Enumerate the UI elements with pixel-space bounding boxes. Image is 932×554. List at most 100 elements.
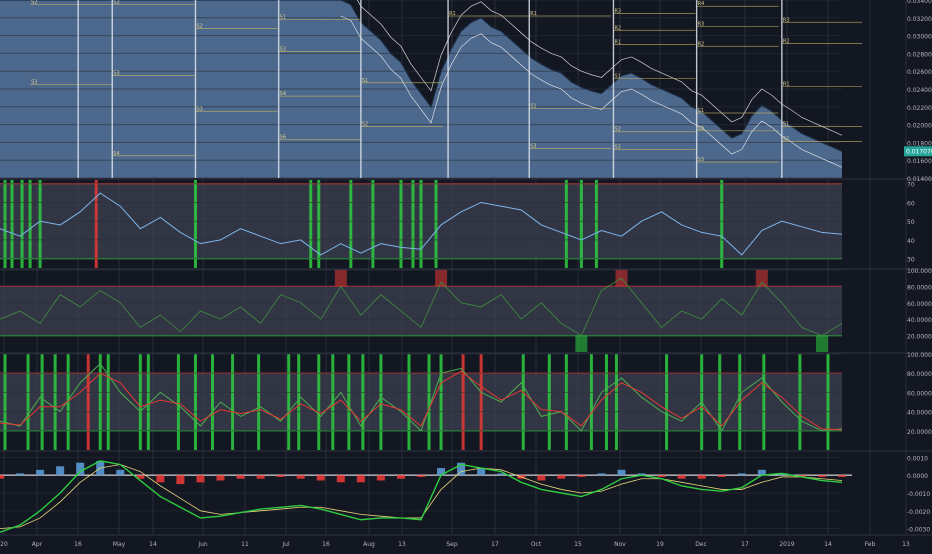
signal-bar-green xyxy=(349,180,353,268)
y-tick-label: 0.0000 xyxy=(907,473,928,480)
oscillator-band-fill xyxy=(0,286,842,336)
signal-bar-green xyxy=(257,354,261,450)
macd-histogram-bar xyxy=(196,475,205,483)
macd-histogram-bar xyxy=(417,475,425,477)
macd-histogram-bar xyxy=(36,469,45,476)
signal-bar-green xyxy=(98,354,102,450)
signal-bar-green xyxy=(521,354,525,450)
signal-bar-green xyxy=(718,354,722,450)
y-tick-label: 0.030000 xyxy=(907,34,932,41)
macd-histogram-bar xyxy=(156,475,165,483)
signal-bar-green xyxy=(28,180,32,268)
signal-bar-green xyxy=(665,354,669,450)
signal-bar-green xyxy=(40,354,44,450)
macd-histogram-bar xyxy=(657,475,666,477)
signal-bar-green xyxy=(176,354,180,450)
pivot-label: S3 xyxy=(196,106,202,112)
x-tick-label: 13 xyxy=(902,541,910,548)
x-tick-label: 11 xyxy=(241,541,249,548)
signal-bar-green xyxy=(138,354,142,450)
signal-bar-green xyxy=(407,354,411,450)
macd-histogram-bar xyxy=(256,475,265,479)
macd-histogram-bar xyxy=(817,475,826,477)
x-tick-label: Jul xyxy=(281,541,290,548)
signal-bar-green xyxy=(193,180,197,268)
signal-bar-green xyxy=(427,354,431,450)
pivot-label: R1 xyxy=(614,40,621,46)
x-tick-label: Jun xyxy=(197,541,208,548)
pivot-label: S2 xyxy=(362,121,368,127)
signal-bar-green xyxy=(317,354,321,450)
pivot-label: S3 xyxy=(280,47,286,53)
signal-bar-green xyxy=(564,354,568,450)
y-tick-label: -0.0030 xyxy=(907,527,930,534)
signal-bar-green xyxy=(193,354,197,450)
oscillator-oversold-zone xyxy=(575,335,588,352)
x-tick-label: Dec xyxy=(695,541,707,548)
macd-histogram-bar xyxy=(396,475,405,479)
pivot-label: S3 xyxy=(698,157,704,163)
x-tick-label: 16 xyxy=(74,541,82,548)
macd-histogram-bar xyxy=(617,469,626,476)
pivot-label: S2 xyxy=(783,137,789,143)
signal-bar-green xyxy=(826,354,830,450)
pivot-label: S6 xyxy=(280,135,286,141)
macd-histogram-bar xyxy=(296,475,305,479)
signal-bar-green xyxy=(798,354,802,450)
signal-bar-green xyxy=(371,180,375,268)
x-tick-label: 15 xyxy=(574,541,582,548)
signal-bar-green xyxy=(547,354,551,450)
macd-histogram-bar xyxy=(376,475,385,481)
macd-histogram-bar xyxy=(737,473,746,476)
y-tick-label: 80.0000 xyxy=(907,284,932,291)
signal-bar-green xyxy=(10,180,14,268)
pivot-label: S1 xyxy=(362,78,368,84)
x-tick-label: Nov xyxy=(614,541,626,548)
macd-histogram-bar xyxy=(76,462,85,476)
macd-histogram-bar xyxy=(537,475,546,481)
macd-histogram-bar xyxy=(276,475,285,477)
pivot-label: S4 xyxy=(113,151,119,157)
y-tick-label: 40 xyxy=(907,238,915,245)
pivot-label: S3 xyxy=(113,71,119,77)
y-tick-label: 20.0000 xyxy=(907,429,932,436)
oscillator-overbought-zone xyxy=(334,270,347,287)
signal-bar-green xyxy=(564,180,568,268)
oscillator-overbought-zone xyxy=(435,270,448,287)
trading-chart: 0.034000 0.032000 0.030000 0.028000 0.026000… xyxy=(0,0,932,550)
pivot-label: S3 xyxy=(31,80,37,86)
x-tick-label: 17 xyxy=(741,541,749,548)
macd-histogram-bar xyxy=(56,466,65,476)
signal-bar-green xyxy=(309,180,313,268)
y-tick-label: 30 xyxy=(907,257,915,264)
signal-bar-green xyxy=(439,354,443,450)
signal-bar-green xyxy=(399,180,403,268)
x-tick-label: 19 xyxy=(656,541,664,548)
signal-bar-green xyxy=(614,354,618,450)
macd-histogram-bar xyxy=(336,475,345,483)
signal-bar-green xyxy=(720,180,724,268)
y-tick-label: 0.016000 xyxy=(907,158,932,165)
y-tick-label: 0.028000 xyxy=(907,51,932,58)
signal-bar-green xyxy=(579,180,583,268)
signal-bar-green xyxy=(589,354,593,450)
pivot-label: R2 xyxy=(698,41,705,47)
y-tick-label: 60.0000 xyxy=(907,390,932,397)
signal-bar-green xyxy=(146,354,150,450)
signal-bar-green xyxy=(297,354,301,450)
macd-histogram-bar xyxy=(838,475,846,477)
signal-bar-green xyxy=(411,180,415,268)
pivot-label: R2 xyxy=(783,39,790,45)
pivot-label: S1 xyxy=(783,121,789,127)
x-tick-label: Oct xyxy=(531,541,542,548)
y-tick-label: 0.024000 xyxy=(907,87,932,94)
pivot-label: R4 xyxy=(698,1,705,7)
signal-bar-green xyxy=(211,354,215,450)
macd-histogram-bar xyxy=(116,469,125,476)
x-tick-label: 2019 xyxy=(779,541,794,548)
macd-histogram-bar xyxy=(316,475,325,481)
x-tick-label: 13 xyxy=(398,541,406,548)
y-tick-label: 60.0000 xyxy=(907,301,932,308)
signal-bar-green xyxy=(20,180,24,268)
pivot-label: S4 xyxy=(280,91,286,97)
